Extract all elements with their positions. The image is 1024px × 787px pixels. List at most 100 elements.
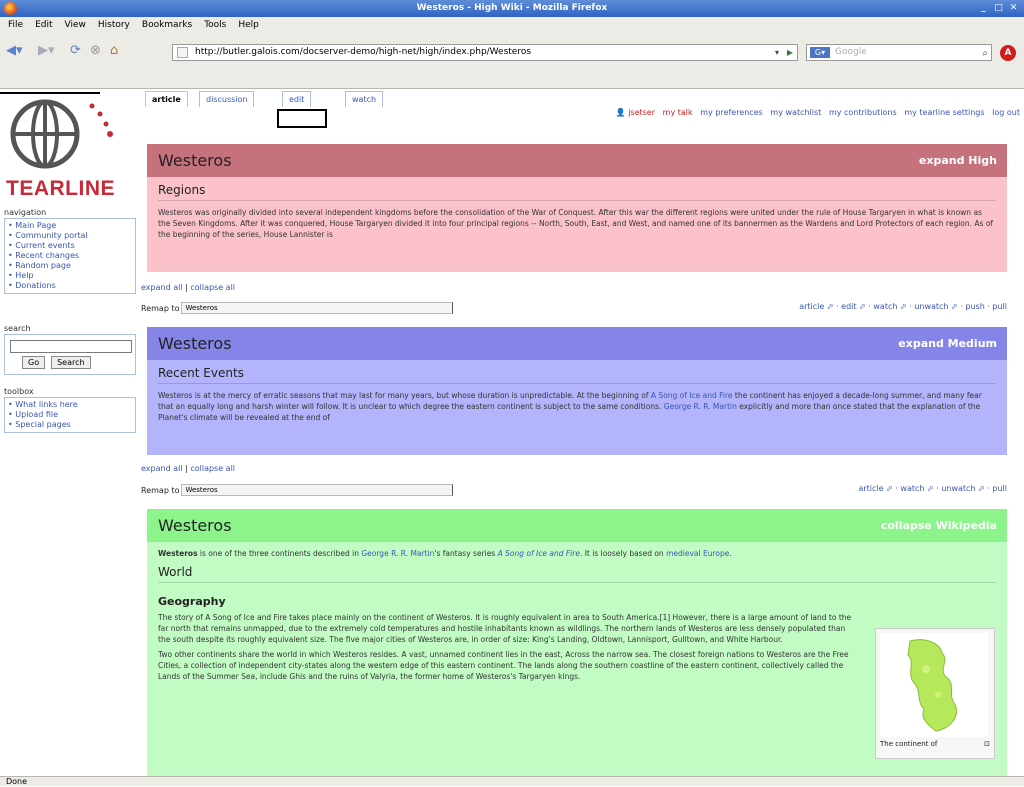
george-martin-link[interactable]: George R. R. Martin	[664, 402, 737, 411]
personal-tools: 👤 jsetser my talk my preferences my watc…	[495, 108, 1020, 120]
panel-wikipedia-title: Westeros	[158, 516, 232, 535]
search-icon[interactable]: ⌕	[982, 46, 988, 61]
remap-label: Remap to	[141, 485, 180, 495]
home-icon[interactable]: ⌂	[110, 42, 118, 60]
nav-main-page[interactable]: Main Page	[8, 221, 132, 231]
panel-medium-text: Westeros is at the mercy of erratic seas…	[158, 391, 982, 422]
personal-preferences[interactable]: my preferences	[700, 108, 763, 117]
expand-all-link[interactable]: expand all	[141, 283, 183, 292]
panel-medium: Westeros expand Medium Recent Events Wes…	[147, 327, 1007, 455]
stop-icon[interactable]: ⊗	[90, 42, 101, 60]
nav-help[interactable]: Help	[8, 271, 132, 281]
minimize-icon[interactable]: _	[977, 2, 990, 14]
site-logo[interactable]: TEARLINE	[0, 92, 145, 212]
panel-high-title: Westeros	[158, 151, 232, 170]
toolbox-portlet: toolbox What links here Upload file Spec…	[4, 387, 136, 433]
close-icon[interactable]: ✕	[1007, 2, 1020, 14]
wiki-search-input[interactable]	[10, 340, 132, 353]
panel-high-header: Westeros expand High	[147, 144, 1007, 177]
panel-high: Westeros expand High Regions Westeros wa…	[147, 144, 1007, 272]
menu-file[interactable]: File	[8, 17, 23, 34]
collapse-all-link[interactable]: collapse all	[190, 464, 235, 473]
wiki-geo-paragraph-2: Two other continents share the world in …	[158, 650, 849, 681]
nav-community-portal[interactable]: Community portal	[8, 231, 132, 241]
url-bar[interactable]: http://butler.galois.com/docserver-demo/…	[172, 44, 798, 61]
search-portlet: search Go Search	[4, 324, 136, 375]
go-button[interactable]: Go	[22, 356, 46, 369]
tab-article[interactable]: article	[145, 91, 188, 107]
nav-current-events[interactable]: Current events	[8, 241, 132, 251]
expand-high-link[interactable]: expand High	[919, 144, 997, 177]
map-thumbnail[interactable]: The continent of ⊡	[875, 628, 995, 759]
go-arrow-icon[interactable]: ▶	[784, 46, 796, 59]
nav-donations[interactable]: Donations	[8, 281, 132, 291]
globe-icon	[10, 99, 113, 169]
panel-medium-actions[interactable]: article ⬀ · watch ⬀ · unwatch ⬀ · pull	[858, 484, 1007, 493]
panel-wikipedia-header: Westeros collapse Wikipedia	[147, 509, 1007, 542]
wiki-geo-paragraph-1: The story of A Song of Ice and Fire take…	[158, 613, 852, 644]
status-bar: Done	[0, 776, 1024, 786]
panel-high-controls: expand all | collapse all	[141, 283, 236, 292]
menu-help[interactable]: Help	[238, 17, 259, 34]
song-of-ice-link[interactable]: A Song of Ice and Fire	[498, 549, 580, 558]
favicon-icon	[177, 47, 188, 58]
user-icon: 👤	[615, 108, 626, 117]
menu-edit[interactable]: Edit	[35, 17, 52, 34]
panel-high-actions[interactable]: article ⬀ · edit ⬀ · watch ⬀ · unwatch ⬀…	[799, 302, 1007, 311]
panel-medium-section: Recent Events	[158, 366, 996, 384]
enlarge-icon[interactable]: ⊡	[984, 740, 990, 748]
adblock-icon[interactable]: A	[1000, 45, 1016, 61]
toolbox-special-pages[interactable]: Special pages	[8, 420, 132, 430]
google-icon[interactable]: G▾	[810, 47, 830, 58]
web-search-input[interactable]: G▾ Google ⌕	[806, 44, 992, 61]
reload-icon[interactable]: ⟳	[70, 42, 81, 60]
url-dropdown-icon[interactable]: ▾	[771, 46, 783, 59]
search-button[interactable]: Search	[51, 356, 91, 369]
wiki-subsection-geography: Geography	[158, 595, 226, 608]
expand-all-link[interactable]: expand all	[141, 464, 183, 473]
map-caption: The continent of ⊡	[880, 740, 990, 748]
personal-my-talk[interactable]: my talk	[663, 108, 693, 117]
toolbox-title: toolbox	[4, 387, 34, 396]
personal-watchlist[interactable]: my watchlist	[770, 108, 821, 117]
navigation-toolbar: ◀▾ ▶▾ ⟳ ⊗ ⌂ http://butler.galois.com/doc…	[0, 34, 1024, 89]
menu-history[interactable]: History	[98, 17, 130, 34]
menu-bookmarks[interactable]: Bookmarks	[142, 17, 192, 34]
panel-medium-controls: expand all | collapse all	[141, 464, 236, 473]
george-martin-link[interactable]: George R. R. Martin	[361, 549, 434, 558]
nav-recent-changes[interactable]: Recent changes	[8, 251, 132, 261]
wiki-intro: Westeros is one of the three continents …	[158, 549, 732, 558]
personal-logout[interactable]: log out	[992, 108, 1020, 117]
medieval-europe-link[interactable]: medieval Europe	[666, 549, 729, 558]
url-text[interactable]: http://butler.galois.com/docserver-demo/…	[195, 47, 531, 57]
menu-view[interactable]: View	[65, 17, 86, 34]
navigation-portlet: navigation Main Page Community portal Cu…	[4, 208, 136, 294]
back-icon[interactable]: ◀▾	[6, 42, 23, 60]
window-title: Westeros - High Wiki - Mozilla Firefox	[416, 3, 608, 13]
wiki-section-world: World	[158, 565, 996, 583]
toolbox-upload-file[interactable]: Upload file	[8, 410, 132, 420]
remap-input[interactable]: Westeros	[181, 484, 454, 496]
personal-contributions[interactable]: my contributions	[829, 108, 897, 117]
westeros-map-image[interactable]	[880, 633, 988, 737]
remap-input[interactable]: Westeros	[181, 302, 454, 314]
menu-bar: File Edit View History Bookmarks Tools H…	[0, 17, 1024, 34]
search-title: search	[4, 324, 31, 333]
forward-icon[interactable]: ▶▾	[38, 42, 55, 60]
tab-watch[interactable]: watch	[345, 91, 384, 107]
song-of-ice-link[interactable]: A Song of Ice and Fire	[651, 391, 733, 400]
personal-user[interactable]: jsetser	[628, 108, 655, 117]
tab-discussion[interactable]: discussion	[199, 91, 255, 107]
menu-tools[interactable]: Tools	[204, 17, 226, 34]
expand-medium-link[interactable]: expand Medium	[898, 327, 997, 360]
collapse-all-link[interactable]: collapse all	[190, 283, 235, 292]
status-text: Done	[6, 777, 28, 786]
collapse-wikipedia-link[interactable]: collapse Wikipedia	[881, 509, 997, 542]
remap-label: Remap to	[141, 303, 180, 313]
toolbox-what-links-here[interactable]: What links here	[8, 400, 132, 410]
nav-random-page[interactable]: Random page	[8, 261, 132, 271]
edit-tab-highlight	[277, 109, 327, 128]
maximize-icon[interactable]: □	[992, 2, 1005, 14]
personal-tearline-settings[interactable]: my tearline settings	[904, 108, 984, 117]
tab-edit[interactable]: edit	[282, 91, 312, 107]
